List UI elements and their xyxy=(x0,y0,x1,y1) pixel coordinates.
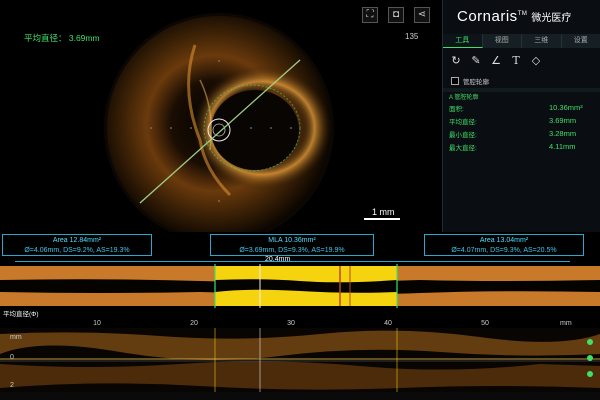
share-icon[interactable]: ⋖ xyxy=(414,7,430,23)
lumen-contour-toggle[interactable]: 管腔轮廓 xyxy=(451,76,489,86)
depth-unit-label: mm xyxy=(10,334,22,341)
oct-cross-section-view[interactable]: 平均直径： 3.69mm 135 ⛶ ◘ ⋖ 1 mm xyxy=(0,0,442,232)
tab-tools[interactable]: 工具 xyxy=(443,34,483,48)
measure-label: 平均直径: xyxy=(449,119,477,126)
measure-label: 面积: xyxy=(449,106,464,113)
measure-label: 最小直径: xyxy=(449,132,477,139)
info-box-title: MLA 10.36mm² xyxy=(268,237,316,244)
info-box-detail: Ø=4.06mm, DS=9.2%, AS=19.3% xyxy=(24,247,130,254)
brand-logo-text: Cornaris xyxy=(457,8,518,25)
measure-row-max-diameter: 最大直径: 4.11mm xyxy=(449,142,595,152)
longitudinal-view[interactable]: mm 0 2 xyxy=(0,328,600,392)
measure-value: 10.36mm² xyxy=(549,103,583,112)
lumen-contour-checkbox[interactable] xyxy=(451,77,459,85)
lumen-profile-label: 平均直径(Φ) xyxy=(3,311,39,318)
info-box-detail: Ø=4.07mm, DS=9.3%, AS=20.5% xyxy=(451,247,557,254)
trademark: TM xyxy=(517,11,528,17)
right-panel: CornarisTM 微光医疗 工具 视图 三维 设置 ↻ ✎ ∠ T ◇ 管腔轮… xyxy=(442,0,600,232)
info-box-title: Area 13.04mm² xyxy=(479,237,529,244)
axis-tick-label: 10 xyxy=(93,320,101,327)
scale-bar-label: 1 mm xyxy=(372,207,395,217)
info-box-title: Area 12.84mm² xyxy=(52,237,102,244)
bottom-scrollbar[interactable] xyxy=(0,392,600,400)
tool-row: ↻ ✎ ∠ T ◇ xyxy=(449,54,543,68)
pen-icon[interactable]: ✎ xyxy=(469,54,483,68)
measure-label: 最大直径: xyxy=(449,145,477,152)
axis-tick-label: 40 xyxy=(384,320,392,327)
tab-3d[interactable]: 三维 xyxy=(522,34,562,48)
axis-tick-label: 20 xyxy=(190,320,198,327)
measure-row-area: 面积: 10.36mm² xyxy=(449,103,595,113)
average-diameter-readout: 平均直径： 3.69mm xyxy=(24,33,100,43)
depth-label-0: 0 xyxy=(10,354,14,361)
expand-icon[interactable]: ⛶ xyxy=(362,7,378,23)
frame-number: 135 xyxy=(405,32,419,41)
depth-label-2: 2 xyxy=(10,382,14,389)
axis-tick-label: 50 xyxy=(481,320,489,327)
tab-settings[interactable]: 设置 xyxy=(562,34,600,48)
info-box-proximal-reference: Area 12.84mm² Ø=4.06mm, DS=9.2%, AS=19.3… xyxy=(2,234,152,256)
measure-value: 3.69mm xyxy=(549,116,577,125)
angle-icon[interactable]: ∠ xyxy=(489,54,503,68)
eraser-icon[interactable]: ◇ xyxy=(529,54,543,68)
measure-value: 4.11mm xyxy=(549,142,576,151)
lumen-contour-label: 管腔轮廓 xyxy=(463,79,489,86)
measure-row-avg-diameter: 平均直径: 3.69mm xyxy=(449,116,595,126)
tab-view[interactable]: 视图 xyxy=(483,34,522,48)
longitudinal-image xyxy=(0,328,600,392)
text-icon[interactable]: T xyxy=(509,54,523,68)
lumen-profile[interactable] xyxy=(0,262,600,310)
rotate-icon[interactable]: ↻ xyxy=(449,54,463,68)
measure-value: 3.28mm xyxy=(549,129,577,138)
tab-bar: 工具 视图 三维 设置 xyxy=(443,34,600,48)
axis-unit: mm xyxy=(560,320,572,327)
measure-row-min-diameter: 最小直径: 3.28mm xyxy=(449,129,595,139)
brand-logo: CornarisTM 微光医疗 xyxy=(457,8,571,25)
lumen-profile-image xyxy=(0,264,600,308)
info-box-mla: MLA 10.36mm² Ø=3.69mm, DS=9.3%, AS=19.9% xyxy=(210,234,374,256)
axis-bar xyxy=(0,318,600,328)
brand-logo-cn: 微光医疗 xyxy=(531,13,572,24)
scale-bar xyxy=(364,218,400,220)
measure-title: A 管腔轮廓 xyxy=(449,95,479,101)
camera-icon[interactable]: ◘ xyxy=(388,7,404,23)
axis-tick-label: 30 xyxy=(287,320,295,327)
info-box-detail: Ø=3.69mm, DS=9.3%, AS=19.9% xyxy=(239,247,345,254)
info-box-distal-reference: Area 13.04mm² Ø=4.07mm, DS=9.3%, AS=20.5… xyxy=(424,234,584,256)
